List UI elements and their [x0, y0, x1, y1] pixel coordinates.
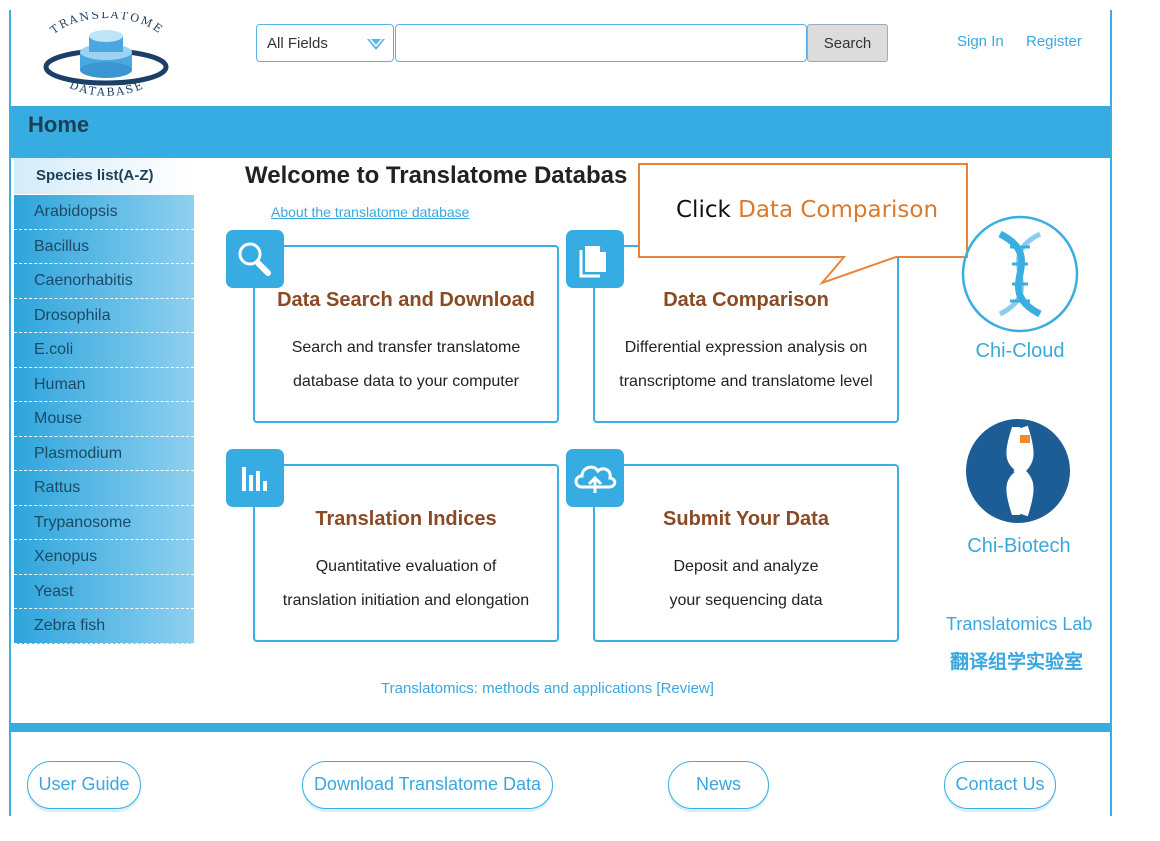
- user-guide-button[interactable]: User Guide: [27, 761, 141, 809]
- document-icon[interactable]: [566, 230, 624, 288]
- species-item-bacillus[interactable]: Bacillus: [14, 229, 194, 264]
- footer-divider: [11, 723, 1110, 732]
- card-data-search[interactable]: Data Search and Download Search and tran…: [253, 245, 559, 423]
- lab-name-en[interactable]: Translatomics Lab: [946, 614, 1092, 635]
- card-desc-line: Quantitative evaluation of: [315, 558, 497, 575]
- species-item-human[interactable]: Human: [14, 367, 194, 402]
- card-submit-data[interactable]: Submit Your Data Deposit and analyze you…: [593, 464, 899, 642]
- search-icon[interactable]: [226, 230, 284, 288]
- field-select[interactable]: All Fields: [256, 24, 394, 62]
- tooltip-highlight: Data Comparison: [738, 197, 939, 223]
- nav-bar: [11, 106, 1110, 158]
- card-desc-line: Deposit and analyze: [673, 558, 819, 575]
- card-desc-line: transcriptome and translatome level: [619, 373, 873, 390]
- download-data-button[interactable]: Download Translatome Data: [302, 761, 553, 809]
- register-link[interactable]: Register: [1026, 33, 1082, 50]
- card-title: Translation Indices: [315, 508, 497, 530]
- field-select-value: All Fields: [267, 35, 328, 52]
- chromosome-icon[interactable]: [964, 417, 1072, 525]
- card-title: Submit Your Data: [663, 508, 829, 530]
- card-title: Data Search and Download: [277, 289, 535, 311]
- nav-home[interactable]: Home: [28, 112, 89, 138]
- species-item-xenopus[interactable]: Xenopus: [14, 540, 194, 575]
- species-item-plasmodium[interactable]: Plasmodium: [14, 436, 194, 471]
- contact-us-button[interactable]: Contact Us: [944, 761, 1056, 809]
- card-desc-line: translation initiation and elongation: [282, 592, 530, 609]
- translatome-logo[interactable]: TRANSLATOME DATABASE: [34, 12, 179, 104]
- chi-biotech-label[interactable]: Chi-Biotech: [960, 535, 1078, 558]
- search-input[interactable]: [395, 24, 807, 62]
- species-list-heading: Species list(A-Z): [14, 158, 194, 194]
- card-desc-line: Differential expression analysis on: [624, 339, 868, 356]
- card-title: Data Comparison: [663, 289, 829, 311]
- species-item-caenorhabitis[interactable]: Caenorhabitis: [14, 264, 194, 299]
- card-desc-line: your sequencing data: [669, 592, 823, 609]
- sign-in-link[interactable]: Sign In: [957, 33, 1004, 50]
- news-button[interactable]: News: [668, 761, 769, 809]
- dna-icon[interactable]: [960, 214, 1080, 334]
- card-desc-line: Search and transfer translatome: [291, 339, 521, 356]
- lab-name-cn[interactable]: 翻译组学实验室: [950, 647, 1083, 674]
- species-item-zebra-fish[interactable]: Zebra fish: [14, 609, 194, 644]
- cloud-upload-icon[interactable]: [566, 449, 624, 507]
- species-list: Arabidopsis Bacillus Caenorhabitis Droso…: [14, 195, 194, 644]
- search-button[interactable]: Search: [807, 24, 888, 62]
- welcome-title: Welcome to Translatome Databas: [245, 162, 628, 189]
- tooltip-prefix: Click: [676, 197, 739, 223]
- chi-cloud-label[interactable]: Chi-Cloud: [970, 340, 1070, 363]
- card-translation-indices[interactable]: Translation Indices Quantitative evaluat…: [253, 464, 559, 642]
- bar-chart-icon[interactable]: [226, 449, 284, 507]
- species-item-trypanosome[interactable]: Trypanosome: [14, 505, 194, 540]
- tooltip-callout: [638, 163, 968, 286]
- species-item-drosophila[interactable]: Drosophila: [14, 298, 194, 333]
- about-link[interactable]: About the translatome database: [271, 204, 469, 220]
- species-item-ecoli[interactable]: E.coli: [14, 333, 194, 368]
- chevron-down-icon: [367, 38, 385, 50]
- card-desc-line: database data to your computer: [293, 373, 519, 390]
- review-link[interactable]: Translatomics: methods and applications …: [381, 680, 714, 697]
- species-item-arabidopsis[interactable]: Arabidopsis: [14, 195, 194, 230]
- species-item-yeast[interactable]: Yeast: [14, 574, 194, 609]
- species-item-mouse[interactable]: Mouse: [14, 402, 194, 437]
- tooltip-text: Click Data Comparison: [676, 197, 938, 223]
- species-item-rattus[interactable]: Rattus: [14, 471, 194, 506]
